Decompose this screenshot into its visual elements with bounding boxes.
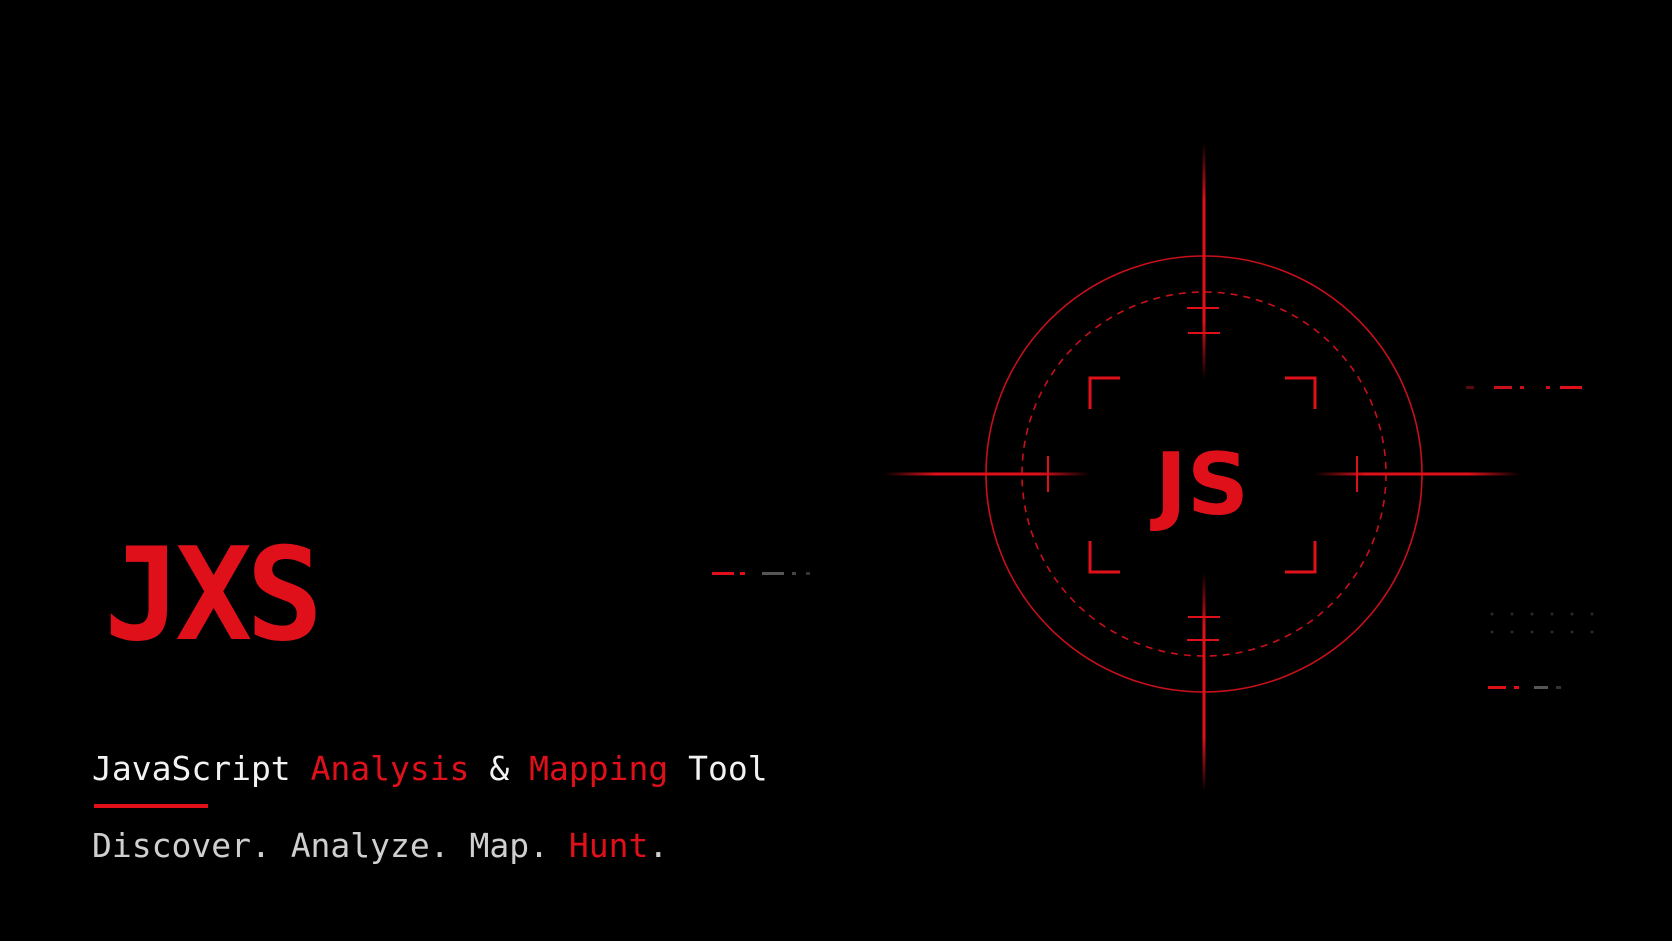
crosshair-top-arm: [1202, 142, 1206, 380]
crosshair-bottom-arm: [1202, 572, 1206, 792]
crosshair-right-arm: [1314, 472, 1520, 476]
decor-dash-right-bottom: [1488, 686, 1561, 689]
crosshair-left-arm: [884, 472, 1090, 476]
crosshair-target-icon: JS: [712, 142, 1594, 792]
scope-center-text: JS: [1150, 435, 1249, 535]
decor-dash-left: [712, 572, 810, 575]
decor-dash-right-top: [1466, 386, 1582, 389]
decor-dot-grid: [1490, 612, 1594, 634]
